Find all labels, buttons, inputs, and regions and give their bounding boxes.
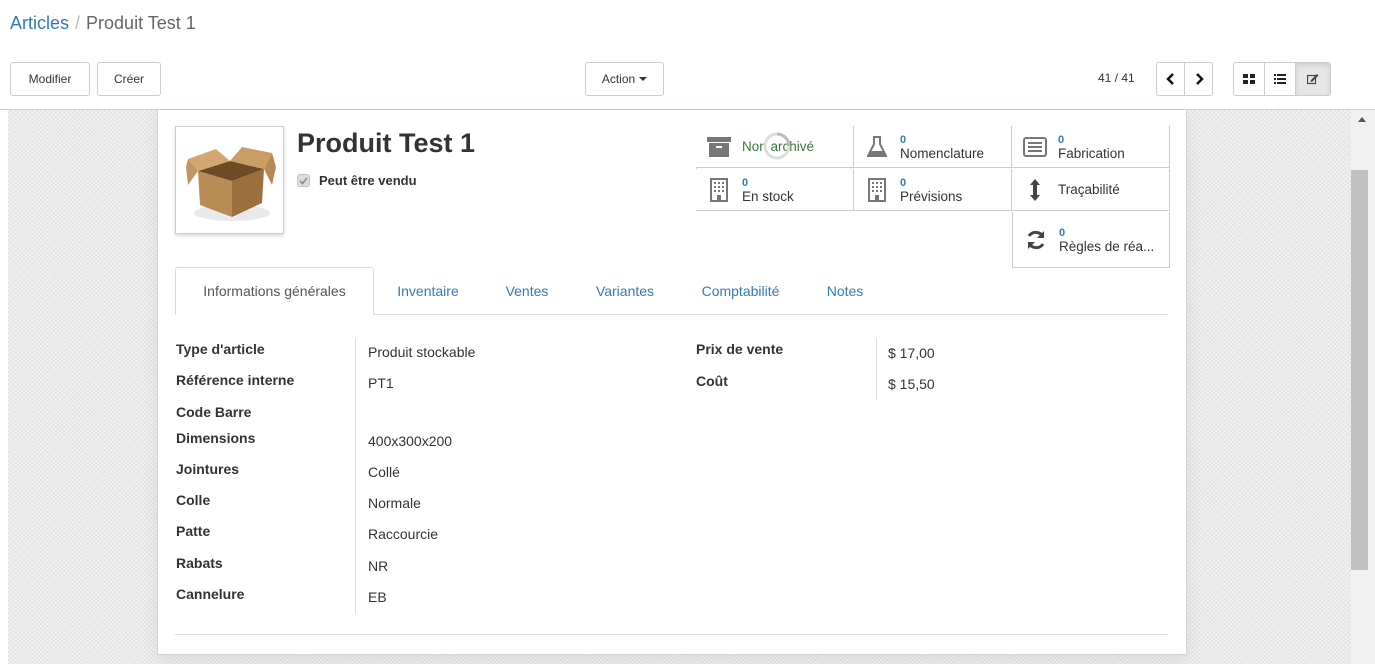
- smart-button-forecast[interactable]: 0 Prévisions: [854, 169, 1012, 211]
- notebook-tabs: Informations générales Inventaire Ventes…: [175, 267, 1168, 315]
- smart-button-on-hand[interactable]: 0 En stock: [696, 169, 854, 211]
- field-value-flap[interactable]: Raccourcie: [368, 526, 438, 542]
- building-icon: [864, 177, 890, 203]
- tab-inventory[interactable]: Inventaire: [384, 267, 472, 315]
- tab-accounting[interactable]: Comptabilité: [686, 267, 795, 315]
- list-alt-icon: [1022, 134, 1048, 160]
- smart-button-manufacturing[interactable]: 0 Fabrication: [1012, 126, 1170, 168]
- cardboard-box-image: [186, 147, 276, 221]
- scrollbar-thumb[interactable]: [1351, 170, 1368, 570]
- field-label-dimensions: Dimensions: [176, 430, 256, 446]
- form-separator: [175, 634, 1168, 635]
- tab-notes[interactable]: Notes: [815, 267, 875, 315]
- pager-previous-button[interactable]: [1156, 62, 1185, 96]
- field-value-joints[interactable]: Collé: [368, 464, 400, 480]
- caret-down-icon: [639, 77, 648, 81]
- scroll-up-arrow-icon[interactable]: [1358, 117, 1366, 122]
- forecast-count: 0: [900, 176, 907, 189]
- chevron-left-icon: [1165, 73, 1174, 85]
- manufacturing-count: 0: [1058, 133, 1065, 146]
- can-be-sold-checkbox[interactable]: [297, 174, 310, 187]
- action-label: Action: [601, 72, 636, 86]
- kanban-view-button[interactable]: [1233, 62, 1265, 96]
- bom-label: Nomenclature: [900, 145, 985, 161]
- forecast-label: Prévisions: [900, 188, 963, 204]
- can-be-sold-field: Peut être vendu: [297, 173, 417, 188]
- field-value-dimensions[interactable]: 400x300x200: [368, 433, 452, 449]
- field-label-folds: Rabats: [176, 555, 223, 571]
- smart-button-traceability[interactable]: Traçabilité: [1012, 169, 1170, 211]
- reordering-count: 0: [1059, 226, 1066, 239]
- action-dropdown-button[interactable]: Action: [585, 62, 664, 96]
- check-icon: [299, 176, 308, 185]
- field-label-glue: Colle: [176, 492, 211, 508]
- pager-value[interactable]: 41 / 41: [1098, 71, 1135, 85]
- product-name[interactable]: Produit Test 1: [297, 128, 475, 159]
- product-image[interactable]: [175, 126, 284, 234]
- edit-icon: [1307, 74, 1319, 85]
- can-be-sold-label: Peut être vendu: [319, 173, 417, 188]
- smart-button-bom[interactable]: 0 Nomenclature: [854, 126, 1012, 168]
- th-large-icon: [1243, 74, 1255, 84]
- field-label-sale-price: Prix de vente: [696, 341, 784, 357]
- field-label-flap: Patte: [176, 523, 211, 539]
- breadcrumb: Articles / Produit Test 1: [10, 13, 196, 34]
- breadcrumb-separator: /: [75, 13, 81, 33]
- control-panel: Articles / Produit Test 1 Modifier Créer A…: [0, 0, 1375, 110]
- breadcrumb-articles-link[interactable]: Articles: [10, 13, 69, 33]
- on-hand-label: En stock: [742, 188, 794, 204]
- reordering-label: Règles de réa...: [1059, 238, 1155, 254]
- field-label-cost: Coût: [696, 373, 728, 389]
- field-divider-right: [876, 338, 877, 400]
- field-value-sale-price[interactable]: $ 17,00: [888, 345, 935, 361]
- field-value-glue[interactable]: Normale: [368, 495, 421, 511]
- building-icon: [706, 177, 732, 203]
- field-label-flute: Cannelure: [176, 586, 245, 602]
- field-label-barcode: Code Barre: [176, 404, 252, 420]
- bom-count: 0: [900, 133, 907, 146]
- traceability-label: Traçabilité: [1058, 181, 1120, 197]
- list-icon: [1274, 74, 1286, 84]
- field-label-joints: Jointures: [176, 461, 240, 477]
- field-label-product-type: Type d'article: [176, 341, 265, 357]
- flask-icon: [864, 134, 890, 160]
- field-label-internal-reference: Référence interne: [176, 372, 295, 388]
- field-value-product-type[interactable]: Produit stockable: [368, 344, 475, 360]
- field-value-folds[interactable]: NR: [368, 558, 388, 574]
- form-view-button[interactable]: [1295, 62, 1331, 96]
- tab-general-information[interactable]: Informations générales: [175, 267, 374, 315]
- pager-next-button[interactable]: [1184, 62, 1213, 96]
- breadcrumb-current: Produit Test 1: [86, 13, 196, 33]
- chevron-right-icon: [1195, 73, 1204, 85]
- field-value-cost[interactable]: $ 15,50: [888, 376, 935, 392]
- tab-variants[interactable]: Variantes: [582, 267, 668, 315]
- field-value-internal-reference[interactable]: PT1: [368, 375, 394, 391]
- arrows-v-icon: [1022, 177, 1048, 203]
- smart-button-reordering-rules[interactable]: 0 Règles de réa...: [1012, 212, 1170, 268]
- loading-spinner-icon: [763, 132, 791, 160]
- refresh-icon: [1023, 227, 1049, 253]
- tab-sales[interactable]: Ventes: [492, 267, 562, 315]
- create-button[interactable]: Créer: [97, 62, 161, 96]
- on-hand-count: 0: [742, 176, 749, 189]
- manufacturing-label: Fabrication: [1058, 145, 1125, 161]
- field-value-flute[interactable]: EB: [368, 589, 387, 605]
- field-divider-left: [355, 338, 356, 614]
- edit-button[interactable]: Modifier: [10, 62, 90, 96]
- list-view-button[interactable]: [1264, 62, 1296, 96]
- scrollbar[interactable]: [1351, 110, 1375, 664]
- archive-icon: [706, 134, 732, 160]
